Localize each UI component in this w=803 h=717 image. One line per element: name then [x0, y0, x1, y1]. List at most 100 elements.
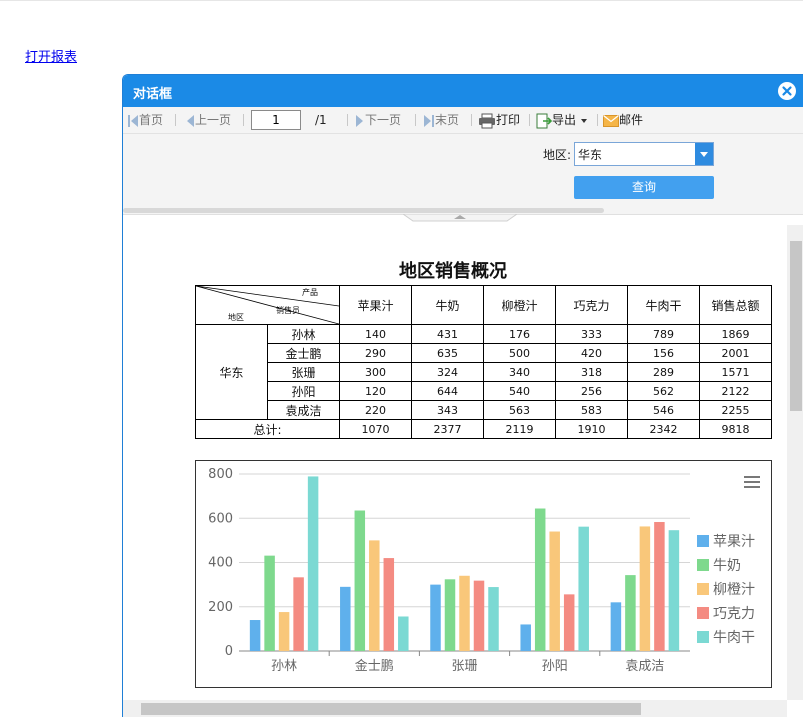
- bar: [563, 594, 575, 651]
- legend-swatch: [697, 631, 709, 643]
- export-button[interactable]: 导出: [536, 111, 588, 129]
- x-tick-label: 孙阳: [542, 659, 568, 674]
- vertical-scrollbar[interactable]: [787, 225, 803, 700]
- export-icon: [536, 113, 552, 128]
- y-tick-label: 400: [208, 556, 233, 571]
- value-cell: 500: [483, 343, 556, 363]
- column-header: 苹果汁: [339, 285, 412, 325]
- mail-button[interactable]: 邮件: [603, 111, 643, 129]
- collapse-panel-icon[interactable]: [403, 214, 517, 222]
- bar: [354, 510, 366, 651]
- y-tick-label: 0: [225, 644, 233, 659]
- salesman-cell: 孙阳: [267, 381, 340, 401]
- corner-region: 地区: [228, 313, 244, 322]
- mail-label: 邮件: [619, 113, 644, 127]
- y-tick-label: 600: [208, 511, 233, 526]
- region-select-value: 华东: [578, 148, 603, 162]
- value-cell: 340: [483, 362, 556, 382]
- bar: [668, 530, 680, 651]
- value-cell: 300: [339, 362, 412, 382]
- bar: [578, 526, 589, 651]
- value-cell: 290: [339, 343, 412, 363]
- prev-page-icon: [187, 114, 194, 127]
- dialog-titlebar[interactable]: 对话框: [123, 75, 803, 107]
- menu-icon[interactable]: [743, 475, 761, 489]
- corner-product: 产品: [302, 288, 318, 297]
- value-cell: 2255: [699, 400, 772, 420]
- prev-page-button[interactable]: 上一页: [185, 111, 231, 129]
- region-dropdown-button[interactable]: [695, 143, 713, 165]
- salesman-cell: 孙林: [267, 324, 340, 344]
- column-header: 牛奶: [411, 285, 484, 325]
- first-page-button[interactable]: 首页: [127, 111, 163, 129]
- total-row: 总计: 1070 2377 2119 1910 2342 9818: [195, 419, 772, 439]
- corner-salesman: 销售员: [276, 306, 300, 315]
- value-cell: 546: [627, 400, 700, 420]
- region-cell: 华东: [195, 324, 268, 420]
- legend-swatch: [697, 583, 709, 595]
- legend-label: 巧克力: [713, 606, 755, 622]
- total-cell: 1910: [555, 419, 628, 439]
- mail-icon: [603, 114, 619, 127]
- open-report-link[interactable]: 打开报表: [25, 46, 77, 65]
- value-cell: 333: [555, 324, 628, 344]
- total-cell: 2342: [627, 419, 700, 439]
- next-page-button[interactable]: 下一页: [355, 111, 401, 129]
- region-select[interactable]: 华东: [574, 142, 714, 166]
- total-cell: 2119: [483, 419, 556, 439]
- legend-label: 柳橙汁: [713, 581, 755, 598]
- bar: [473, 580, 485, 651]
- x-tick-label: 孙林: [271, 659, 297, 674]
- table-row: 金士鹏 290 635 500 420 156 2001: [196, 343, 772, 363]
- legend-swatch: [697, 559, 709, 571]
- top-divider: [0, 0, 803, 1]
- horizontal-scroll-thumb[interactable]: [141, 703, 641, 715]
- value-cell: 789: [627, 324, 700, 344]
- page-total: /1: [315, 113, 327, 127]
- print-label: 打印: [496, 113, 521, 127]
- value-cell: 176: [483, 324, 556, 344]
- toolbar-separator: [471, 114, 472, 126]
- parameter-panel: 地区: 华东 查询: [123, 134, 803, 222]
- query-button[interactable]: 查询: [574, 176, 714, 199]
- table-corner-header: 产品 销售员 地区: [195, 285, 340, 325]
- bar: [430, 584, 441, 651]
- bar: [654, 522, 665, 651]
- bar: [264, 555, 275, 651]
- value-cell: 220: [339, 400, 412, 420]
- value-cell: 289: [627, 362, 700, 382]
- salesman-cell: 袁成洁: [267, 400, 340, 420]
- value-cell: 635: [411, 343, 484, 363]
- last-page-button[interactable]: 末页: [423, 111, 459, 129]
- value-cell: 1571: [699, 362, 772, 382]
- report-viewport: 地区销售概况 产品 销售员 地区 苹果汁 牛奶 柳橙汁 巧克力 牛肉干 销售总额…: [123, 225, 803, 717]
- column-header: 巧克力: [555, 285, 628, 325]
- vertical-scroll-thumb[interactable]: [790, 241, 802, 411]
- horizontal-scrollbar[interactable]: [123, 700, 787, 717]
- value-cell: 420: [555, 343, 628, 363]
- value-cell: 562: [627, 381, 700, 401]
- printer-icon: [479, 113, 495, 128]
- first-page-label: 首页: [139, 113, 164, 127]
- bar: [369, 540, 380, 651]
- toolbar-separator: [529, 114, 530, 126]
- legend-label: 苹果汁: [713, 534, 755, 550]
- bar: [398, 616, 409, 651]
- column-header: 销售总额: [699, 285, 772, 325]
- close-icon[interactable]: [778, 82, 796, 100]
- export-label: 导出: [552, 113, 577, 127]
- table-row: 孙阳 120 644 540 256 562 2122: [196, 381, 772, 401]
- bar: [549, 531, 560, 651]
- bar: [610, 602, 622, 651]
- bar: [459, 575, 470, 651]
- print-button[interactable]: 打印: [478, 111, 520, 129]
- dialog-title: 对话框: [133, 87, 173, 102]
- value-cell: 324: [411, 362, 484, 382]
- chevron-down-icon: [700, 152, 708, 157]
- page-number-input[interactable]: [251, 110, 301, 130]
- value-cell: 2122: [699, 381, 772, 401]
- parameter-scrollbar[interactable]: [123, 208, 604, 213]
- bar: [444, 579, 456, 651]
- bar: [520, 624, 531, 651]
- table-row: 华东 孙林 140 431 176 333 789 1869: [195, 324, 772, 420]
